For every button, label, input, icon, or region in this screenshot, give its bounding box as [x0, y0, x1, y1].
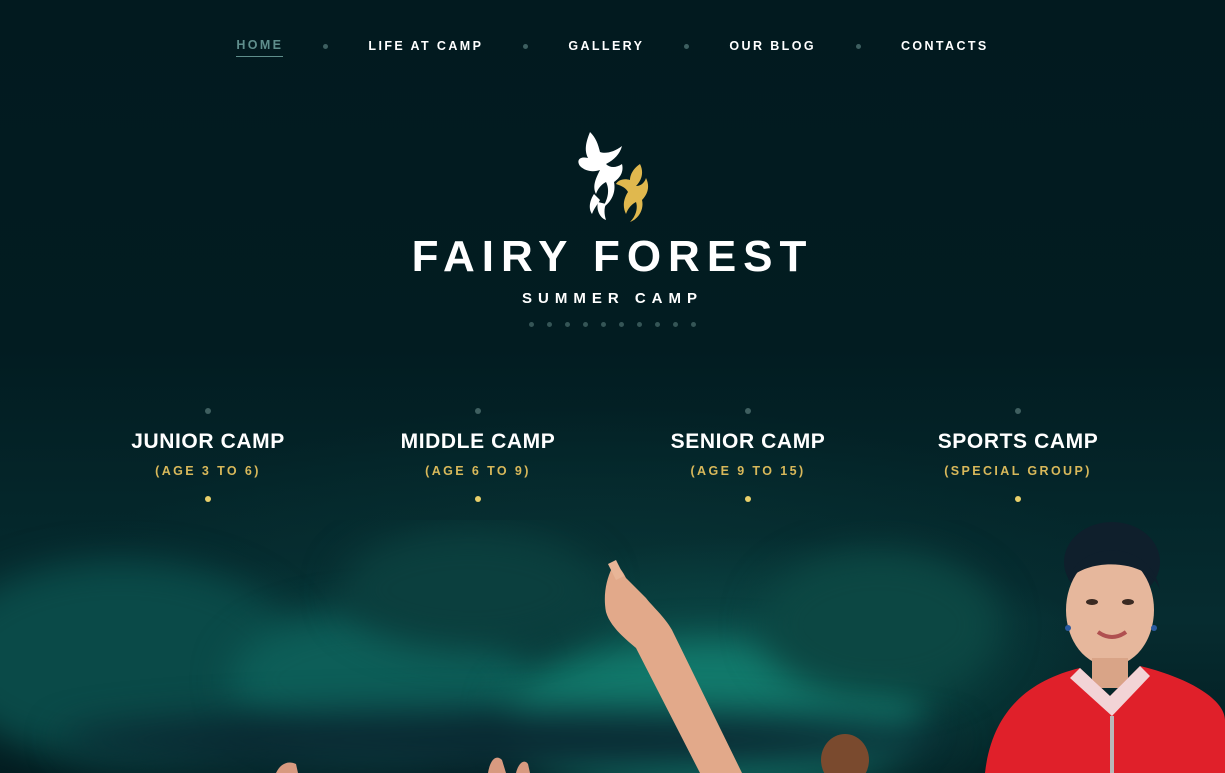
decorative-dot	[529, 322, 534, 327]
brand-title: FAIRY FOREST	[411, 232, 814, 281]
decorative-dot	[619, 322, 624, 327]
nav-separator-dot	[855, 44, 861, 49]
camp-top-dot	[205, 408, 211, 414]
camp-top-dot	[1015, 408, 1021, 414]
main-nav: HOME LIFE AT CAMP GALLERY OUR BLOG CONTA…	[0, 38, 1225, 57]
camp-title[interactable]: JUNIOR CAMP	[73, 430, 343, 454]
decorative-dot	[673, 322, 678, 327]
nav-separator-dot	[323, 44, 329, 49]
decorative-dot	[691, 322, 696, 327]
brand-subtitle: SUMMER CAMP	[522, 290, 703, 307]
nav-item-our-blog[interactable]: OUR BLOG	[729, 39, 816, 57]
camp-title[interactable]: SENIOR CAMP	[613, 430, 883, 454]
camp-list: JUNIOR CAMP (AGE 3 TO 6) MIDDLE CAMP (AG…	[73, 408, 1153, 502]
camp-item-sports[interactable]: SPORTS CAMP (SPECIAL GROUP)	[883, 408, 1153, 502]
camp-top-dot	[745, 408, 751, 414]
nav-separator-dot	[523, 44, 529, 49]
camp-bottom-dot	[205, 496, 211, 502]
camp-item-senior[interactable]: SENIOR CAMP (AGE 9 TO 15)	[613, 408, 883, 502]
camp-title[interactable]: SPORTS CAMP	[883, 430, 1153, 454]
camp-bottom-dot	[1015, 496, 1021, 502]
decorative-dot	[565, 322, 570, 327]
nav-item-home[interactable]: HOME	[236, 38, 284, 57]
camp-age: (AGE 6 TO 9)	[425, 464, 531, 478]
decorative-dot	[637, 322, 642, 327]
camp-age: (SPECIAL GROUP)	[944, 464, 1092, 478]
nav-item-life-at-camp[interactable]: LIFE AT CAMP	[368, 39, 483, 57]
camp-age: (AGE 3 TO 6)	[155, 464, 261, 478]
hero-photo	[276, 522, 1225, 773]
camp-title[interactable]: MIDDLE CAMP	[343, 430, 613, 454]
camp-item-junior[interactable]: JUNIOR CAMP (AGE 3 TO 6)	[73, 408, 343, 502]
phoenix-birds-icon[interactable]	[570, 128, 655, 224]
decorative-dot	[655, 322, 660, 327]
camp-bottom-dot	[745, 496, 751, 502]
nav-separator-dot	[684, 44, 690, 49]
camp-top-dot	[475, 408, 481, 414]
camp-age: (AGE 9 TO 15)	[690, 464, 806, 478]
nav-item-gallery[interactable]: GALLERY	[568, 39, 644, 57]
camp-bottom-dot	[475, 496, 481, 502]
page: HOME LIFE AT CAMP GALLERY OUR BLOG CONTA…	[0, 0, 1225, 773]
nav-item-contacts[interactable]: CONTACTS	[901, 39, 989, 57]
decorative-dot	[601, 322, 606, 327]
decorative-dot	[583, 322, 588, 327]
decorative-dot-row	[529, 322, 709, 327]
decorative-dot	[547, 322, 552, 327]
camp-item-middle[interactable]: MIDDLE CAMP (AGE 6 TO 9)	[343, 408, 613, 502]
